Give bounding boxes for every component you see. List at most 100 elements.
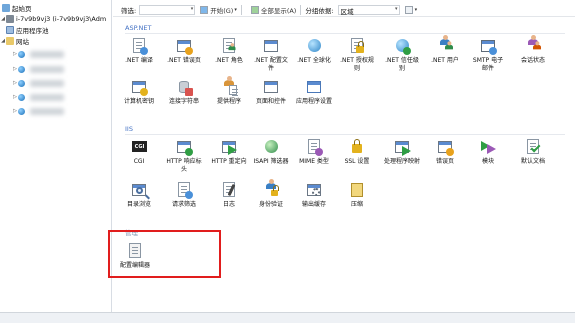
tree-item-sites[interactable]: ◢ 网站	[0, 36, 29, 46]
feature-label: 身份验证	[258, 201, 283, 208]
feature-output-caching[interactable]: 输出缓存	[296, 181, 332, 209]
go-icon	[200, 6, 209, 14]
request-filtering-icon	[175, 181, 193, 199]
tree-item-site[interactable]: ▷	[12, 106, 64, 116]
feature-directory-browsing[interactable]: 目录浏览	[121, 181, 157, 209]
feature-label: .NET 授权规则	[340, 57, 374, 72]
feature-cgi[interactable]: CGI CGI	[121, 138, 157, 166]
feature-label: .NET 信任级别	[385, 57, 419, 72]
site-globe-icon	[18, 93, 25, 101]
feature-label: 日志	[222, 201, 235, 208]
trust-level-icon	[393, 37, 411, 55]
error-pages-icon	[436, 138, 454, 156]
feature-label: HTTP 响应标头	[166, 158, 202, 173]
redacted-site-name	[30, 50, 64, 58]
users-icon	[436, 35, 454, 55]
feature-label: 输出缓存	[301, 201, 326, 208]
error-page-icon	[175, 37, 193, 55]
group-by-value: 区域	[340, 8, 354, 16]
feature-label: 会话状态	[520, 57, 545, 64]
feature-isapi-filters[interactable]: ISAPI 筛选器	[253, 138, 289, 166]
feature-providers[interactable]: 提供程序	[211, 76, 247, 106]
tree-item-site[interactable]: ▷	[12, 64, 64, 74]
feature-label: 连接字符串	[168, 98, 199, 105]
roles-icon	[220, 37, 238, 55]
feature-ssl-settings[interactable]: SSL 设置	[339, 138, 375, 166]
feature-label: 处理程序映射	[384, 158, 421, 165]
feature-http-redirect[interactable]: HTTP 重定向	[211, 138, 247, 166]
feature-mime-types[interactable]: MIME 类型	[296, 138, 332, 166]
compile-icon	[130, 37, 148, 55]
show-all-label: 全部显示(A)	[260, 7, 297, 15]
feature-session-state[interactable]: 会话状态	[515, 35, 551, 65]
tree-item-site[interactable]: ▷	[12, 49, 64, 59]
directory-browsing-icon	[130, 181, 148, 199]
tree-item-label: 应用程序池	[16, 27, 49, 35]
tree-item-start-page[interactable]: 起始页	[2, 3, 32, 13]
app-settings-icon	[305, 78, 323, 96]
site-globe-icon	[18, 107, 25, 115]
go-button-label: 开始(G)	[210, 7, 234, 15]
feature-net-compilation[interactable]: .NET 编译	[121, 37, 157, 65]
highlight-box	[108, 230, 221, 278]
isapi-icon	[262, 138, 280, 156]
connection-strings-icon	[175, 78, 193, 96]
mime-icon	[305, 138, 323, 156]
filter-input[interactable]: ▾	[139, 5, 196, 15]
feature-net-profile[interactable]: .NET 配置文件	[253, 37, 289, 73]
feature-app-settings[interactable]: 应用程序设置	[296, 78, 332, 106]
feature-authentication[interactable]: 身份验证	[253, 179, 289, 209]
output-cache-icon	[305, 181, 323, 199]
feature-request-filtering[interactable]: 请求筛选	[166, 181, 202, 209]
app-pool-icon	[6, 26, 14, 34]
feature-pages-controls[interactable]: 页面和控件	[253, 78, 289, 106]
logging-icon	[220, 181, 238, 199]
status-bar	[0, 312, 575, 323]
compression-icon	[348, 181, 366, 199]
feature-net-error-pages[interactable]: .NET 错误页	[166, 37, 202, 65]
site-globe-icon	[18, 65, 25, 73]
view-icon	[404, 6, 413, 14]
show-all-button[interactable]: 全部显示(A)	[250, 5, 297, 15]
authentication-icon	[262, 179, 280, 199]
tree-item-site[interactable]: ▷	[12, 78, 64, 88]
feature-net-trust-level[interactable]: .NET 信任级别	[384, 37, 420, 73]
feature-net-roles[interactable]: .NET 角色	[211, 37, 247, 65]
feature-machine-key[interactable]: 计算机密钥	[121, 78, 157, 106]
feature-modules[interactable]: 模块	[470, 138, 506, 166]
feature-net-users[interactable]: .NET 用户	[427, 35, 463, 65]
feature-label: 错误页	[435, 158, 454, 165]
feature-default-document[interactable]: 默认文档	[515, 138, 551, 166]
feature-smtp-email[interactable]: SMTP 电子邮件	[470, 37, 506, 73]
redirect-icon	[220, 138, 238, 156]
group-by-select[interactable]: 区域 ▾	[337, 5, 400, 16]
tree-item-label: i-7v9b9vj3 (i-7v9b9vj3\Adm	[16, 15, 107, 23]
feature-label: .NET 用户	[431, 57, 459, 64]
feature-error-pages[interactable]: 错误页	[427, 138, 463, 166]
connections-tree: 起始页 ◢ i-7v9b9vj3 (i-7v9b9vj3\Adm 应用程序池 ◢…	[0, 0, 112, 312]
feature-label: ISAPI 筛选器	[253, 158, 289, 165]
group-divider	[125, 134, 565, 135]
session-state-icon	[524, 35, 542, 55]
tree-item-site[interactable]: ▷	[12, 92, 64, 102]
group-by-label: 分组依据:	[305, 7, 334, 15]
go-button[interactable]: 开始(G) ▾	[200, 5, 237, 15]
feature-label: 计算机密钥	[123, 98, 154, 105]
feature-logging[interactable]: 日志	[211, 181, 247, 209]
feature-http-response-headers[interactable]: HTTP 响应标头	[166, 138, 202, 174]
feature-label: CGI	[133, 158, 145, 165]
feature-connection-strings[interactable]: 连接字符串	[166, 78, 202, 106]
feature-compression[interactable]: 压缩	[339, 181, 375, 209]
feature-net-globalization[interactable]: .NET 全球化	[296, 37, 332, 65]
group-title-iis: IIS	[125, 125, 133, 133]
redacted-site-name	[30, 107, 64, 115]
feature-handler-mappings[interactable]: 处理程序映射	[384, 138, 420, 166]
show-all-icon	[250, 6, 259, 14]
tree-item-server[interactable]: ◢ i-7v9b9vj3 (i-7v9b9vj3\Adm	[0, 14, 106, 24]
tree-item-label: 网站	[16, 38, 29, 46]
feature-label: 压缩	[350, 201, 363, 208]
view-toggle-button[interactable]: ▾	[404, 6, 417, 14]
feature-net-authorization[interactable]: .NET 授权规则	[339, 37, 375, 73]
tree-item-app-pools[interactable]: 应用程序池	[6, 25, 49, 35]
dropdown-arrow-icon: ▾	[190, 6, 194, 12]
